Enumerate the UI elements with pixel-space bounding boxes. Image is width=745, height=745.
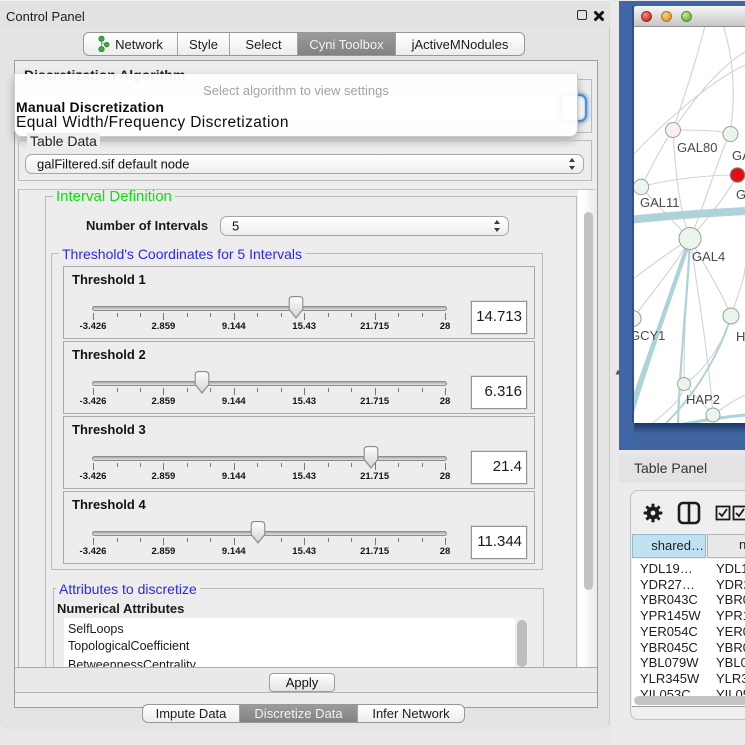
svg-text:H: H [736, 329, 745, 344]
svg-text:GCY1: GCY1 [634, 328, 665, 343]
svg-text:GAL80: GAL80 [677, 140, 717, 155]
svg-text:GA: GA [732, 148, 745, 163]
svg-text:GAL4: GAL4 [692, 249, 725, 264]
svg-text:HAP2: HAP2 [686, 392, 720, 407]
svg-text:GAL11: GAL11 [640, 195, 680, 210]
svg-text:G: G [736, 187, 745, 202]
